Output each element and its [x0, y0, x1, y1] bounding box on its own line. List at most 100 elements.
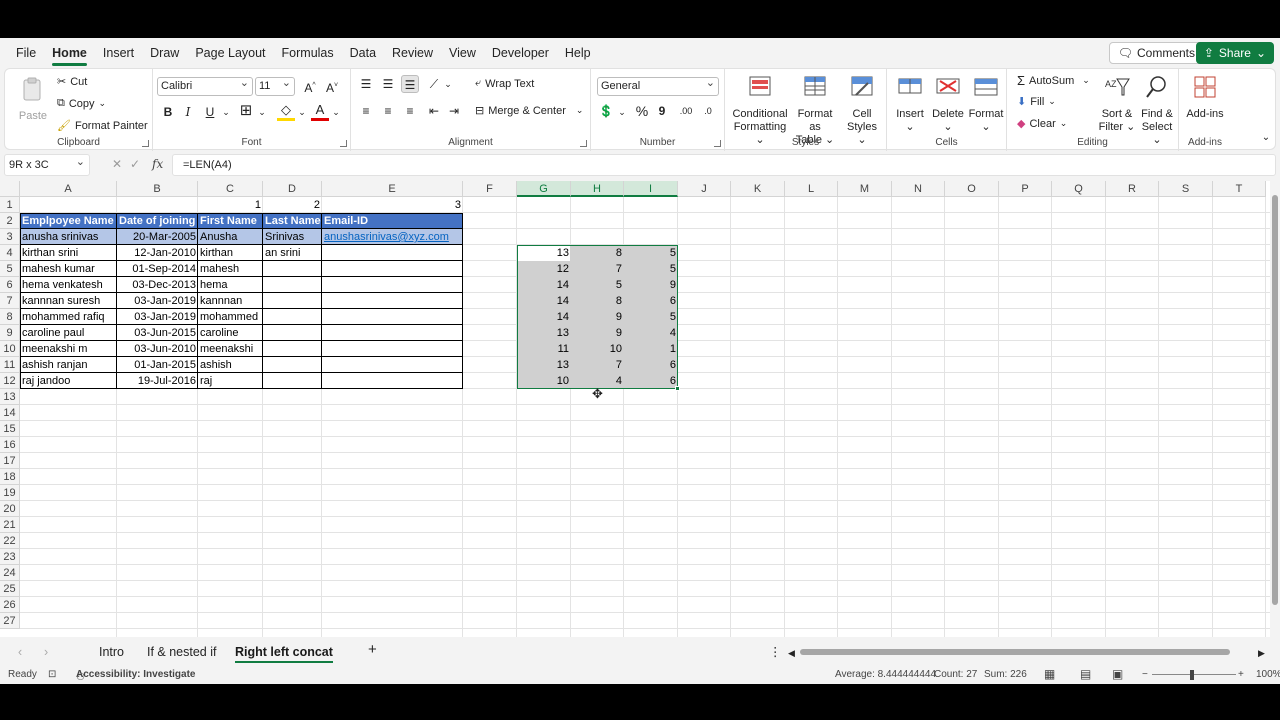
row-header-3[interactable]: 3	[0, 229, 20, 245]
table-cell-name[interactable]: anusha srinivas	[20, 229, 117, 245]
table-cell-name[interactable]: kirthan srini	[20, 245, 117, 261]
table-cell-email[interactable]	[322, 341, 463, 357]
macro-record-icon[interactable]: ⊡	[48, 669, 56, 680]
table-cell-last[interactable]	[263, 293, 322, 309]
row-header-26[interactable]: 26	[0, 597, 20, 613]
len-result-cell[interactable]: 5	[624, 309, 678, 325]
next-sheet-icon[interactable]: ›	[44, 642, 48, 662]
tab-draw[interactable]: Draw	[142, 38, 187, 68]
insert-cells-button[interactable]: Insert ⌄	[891, 73, 929, 134]
italic-button[interactable]: I	[179, 103, 197, 121]
clipboard-launcher-icon[interactable]	[142, 140, 149, 147]
scroll-right-icon[interactable]: ▶	[1258, 643, 1265, 663]
len-result-cell[interactable]: 1	[624, 341, 678, 357]
scroll-left-icon[interactable]: ◀	[788, 643, 795, 663]
cell-d1[interactable]: 2	[263, 197, 322, 213]
len-result-cell[interactable]: 13	[517, 325, 571, 341]
shrink-font-icon[interactable]: A˅	[323, 77, 341, 95]
prev-sheet-icon[interactable]: ‹	[18, 642, 22, 662]
addins-button[interactable]: Add-ins	[1181, 73, 1229, 121]
row-header-25[interactable]: 25	[0, 581, 20, 597]
number-launcher-icon[interactable]	[714, 140, 721, 147]
cut-button[interactable]: ✂ Cut	[57, 75, 87, 89]
bold-button[interactable]: B	[159, 103, 177, 121]
column-header-r[interactable]: R	[1106, 181, 1159, 197]
sheet-tab-if-nested[interactable]: If & nested if	[147, 642, 216, 662]
collapse-ribbon-icon[interactable]: ⌄	[1257, 129, 1275, 147]
len-result-cell[interactable]: 12	[517, 261, 571, 277]
format-painter-button[interactable]: 🖌 Format Painter	[57, 119, 148, 133]
format-cells-button[interactable]: Format ⌄	[967, 73, 1005, 134]
format-as-table-button[interactable]: Format as Table ⌄	[791, 73, 839, 147]
row-header-8[interactable]: 8	[0, 309, 20, 325]
accessibility-status[interactable]: ⚇ Accessibility: Investigate	[76, 669, 196, 683]
table-cell-email[interactable]	[322, 325, 463, 341]
column-header-a[interactable]: A	[20, 181, 117, 197]
sort-filter-button[interactable]: AZ Sort & Filter ⌄	[1097, 73, 1137, 134]
len-result-cell[interactable]: 9	[571, 309, 624, 325]
increase-decimal-icon[interactable]: .00	[677, 102, 695, 120]
len-result-cell[interactable]: 5	[571, 277, 624, 293]
row-header-14[interactable]: 14	[0, 405, 20, 421]
table-cell-first[interactable]: caroline	[198, 325, 263, 341]
table-cell-date[interactable]: 03-Jan-2019	[117, 309, 198, 325]
page-break-view-icon[interactable]: ▣	[1112, 667, 1123, 681]
delete-cells-button[interactable]: Delete ⌄	[929, 73, 967, 134]
table-cell-last[interactable]	[263, 373, 322, 389]
cell-e1[interactable]: 3	[322, 197, 463, 213]
table-header-cell[interactable]: First Name	[198, 213, 263, 229]
table-cell-first[interactable]: kannnan	[198, 293, 263, 309]
table-cell-date[interactable]: 01-Sep-2014	[117, 261, 198, 277]
row-header-18[interactable]: 18	[0, 469, 20, 485]
decrease-indent-icon[interactable]: ⇤	[425, 102, 443, 120]
len-result-cell[interactable]: 7	[571, 357, 624, 373]
column-header-q[interactable]: Q	[1052, 181, 1106, 197]
paste-button[interactable]: Paste	[13, 75, 53, 123]
merge-center-button[interactable]: ⊟ Merge & Center ⌄	[475, 104, 583, 118]
table-cell-date[interactable]: 19-Jul-2016	[117, 373, 198, 389]
row-header-19[interactable]: 19	[0, 485, 20, 501]
table-cell-name[interactable]: mohammed rafiq	[20, 309, 117, 325]
autosum-button[interactable]: Σ AutoSum ⌄	[1017, 73, 1090, 88]
conditional-formatting-button[interactable]: Conditional Formatting ⌄	[729, 73, 791, 147]
row-header-17[interactable]: 17	[0, 453, 20, 469]
column-header-o[interactable]: O	[945, 181, 999, 197]
len-result-cell[interactable]: 8	[571, 293, 624, 309]
normal-view-icon[interactable]: ▦	[1044, 667, 1055, 681]
chevron-down-icon[interactable]: ⌄	[293, 103, 311, 121]
tab-view[interactable]: View	[441, 38, 484, 68]
table-cell-first[interactable]: meenakshi	[198, 341, 263, 357]
column-header-h[interactable]: H	[571, 181, 624, 197]
tab-insert[interactable]: Insert	[95, 38, 142, 68]
row-header-23[interactable]: 23	[0, 549, 20, 565]
column-header-t[interactable]: T	[1213, 181, 1266, 197]
chevron-down-icon[interactable]: ⌄	[439, 75, 457, 93]
row-header-9[interactable]: 9	[0, 325, 20, 341]
len-result-cell[interactable]: 14	[517, 309, 571, 325]
row-header-12[interactable]: 12	[0, 373, 20, 389]
table-cell-last[interactable]	[263, 309, 322, 325]
zoom-slider-thumb[interactable]	[1190, 670, 1194, 680]
len-result-cell[interactable]: 4	[624, 325, 678, 341]
column-header-n[interactable]: N	[892, 181, 945, 197]
tab-help[interactable]: Help	[557, 38, 599, 68]
table-cell-first[interactable]: mahesh	[198, 261, 263, 277]
font-name-dropdown[interactable]: Calibri	[157, 75, 253, 96]
vertical-scrollbar[interactable]	[1270, 181, 1280, 637]
decrease-decimal-icon[interactable]: .0	[699, 102, 717, 120]
table-cell-date[interactable]: 03-Dec-2013	[117, 277, 198, 293]
table-cell-first[interactable]: mohammed	[198, 309, 263, 325]
table-cell-last[interactable]	[263, 261, 322, 277]
table-cell-email[interactable]	[322, 261, 463, 277]
tab-file[interactable]: File	[8, 38, 44, 68]
align-center-icon[interactable]: ≡	[379, 102, 397, 120]
select-all-corner[interactable]	[0, 181, 20, 197]
cell-c1[interactable]: 1	[198, 197, 263, 213]
len-result-cell[interactable]: 11	[517, 341, 571, 357]
row-header-27[interactable]: 27	[0, 613, 20, 629]
len-result-cell[interactable]: 7	[571, 261, 624, 277]
table-cell-last[interactable]: Srinivas	[263, 229, 322, 245]
table-cell-date[interactable]: 20-Mar-2005	[117, 229, 198, 245]
table-cell-last[interactable]: an srini	[263, 245, 322, 261]
page-layout-view-icon[interactable]: ▤	[1080, 667, 1091, 681]
